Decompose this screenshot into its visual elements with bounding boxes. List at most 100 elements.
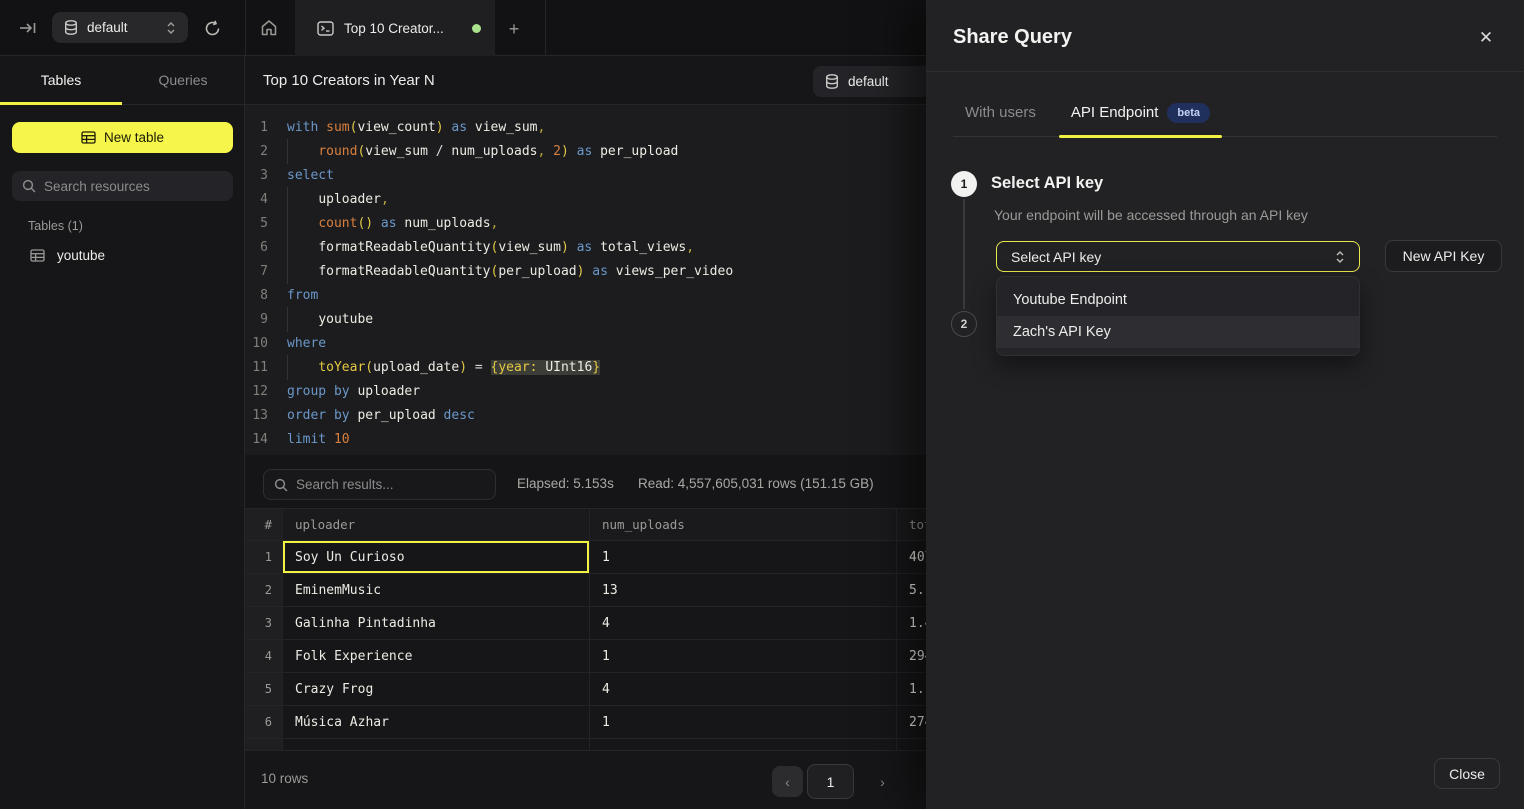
step-2-indicator: 2 [951, 311, 977, 337]
new-tab-icon[interactable]: + [506, 21, 522, 37]
beta-badge: beta [1167, 103, 1210, 123]
code-text: uploader, [287, 192, 389, 207]
code-text: group by uploader [287, 384, 420, 399]
line-number: 4 [245, 192, 268, 207]
code-text: count() as num_uploads, [287, 216, 498, 231]
table-icon [81, 131, 96, 144]
topbar-divider [245, 0, 246, 56]
sidebar-item-youtube[interactable]: youtube [20, 241, 233, 269]
api-key-select[interactable]: Select API key [996, 241, 1360, 272]
search-icon [274, 478, 288, 492]
code-text: where [287, 336, 326, 351]
line-number: 9 [245, 312, 268, 327]
database-selector-label: default [87, 20, 157, 35]
chevron-updown-icon [166, 21, 176, 35]
tables-section-label: Tables (1) [28, 219, 83, 233]
row-number: 6 [245, 706, 283, 738]
tab-with-users-label: With users [965, 104, 1036, 121]
unsaved-changes-dot [472, 24, 481, 33]
collapse-sidebar-icon[interactable] [18, 19, 38, 37]
code-text: formatReadableQuantity(per_upload) as vi… [287, 264, 733, 279]
tab-with-users[interactable]: With users [953, 89, 1048, 136]
refresh-icon[interactable] [202, 18, 222, 38]
tab-tables[interactable]: Tables [0, 56, 122, 104]
code-text: with sum(view_count) as view_sum, [287, 120, 545, 135]
cell-uploader[interactable]: Crazy Frog [283, 673, 590, 705]
modal-tabs: With users API Endpoint beta [953, 89, 1497, 137]
tab-queries[interactable]: Queries [122, 56, 244, 104]
next-page-button[interactable]: › [867, 766, 898, 797]
api-key-option[interactable]: Youtube Endpoint [997, 284, 1359, 316]
cell-uploader[interactable]: Folk Experience [283, 640, 590, 672]
close-icon[interactable]: ✕ [1476, 28, 1496, 48]
cell-num-uploads[interactable]: 4 [590, 607, 897, 639]
line-number: 3 [245, 168, 268, 183]
new-api-key-button[interactable]: New API Key [1385, 240, 1502, 272]
new-table-label: New table [104, 130, 164, 145]
code-text: toYear(upload_date) = {year: UInt16} [287, 360, 600, 375]
home-icon[interactable] [258, 18, 280, 38]
code-text: round(view_sum / num_uploads, 2) as per_… [287, 144, 678, 159]
query-tab[interactable]: Top 10 Creator... [295, 0, 495, 56]
sidebar-search-input[interactable] [44, 179, 223, 194]
row-number: 1 [245, 541, 283, 573]
query-tab-title: Top 10 Creator... [344, 21, 462, 36]
database-selector[interactable]: default [52, 12, 188, 43]
close-button[interactable]: Close [1434, 758, 1500, 789]
results-search [263, 469, 496, 500]
database-icon [64, 20, 78, 35]
col-header-index: # [245, 509, 283, 540]
cell-num-uploads[interactable]: 1 [590, 541, 897, 573]
code-text: from [287, 288, 318, 303]
sidebar-tabs: Tables Queries [0, 56, 244, 105]
row-number: 4 [245, 640, 283, 672]
results-search-input[interactable] [296, 477, 485, 492]
line-number: 5 [245, 216, 268, 231]
cell-num-uploads[interactable]: 1 [590, 706, 897, 738]
api-key-select-value: Select API key [1011, 249, 1335, 265]
search-icon [22, 179, 36, 193]
line-number: 13 [245, 408, 268, 423]
current-page[interactable]: 1 [807, 764, 854, 799]
modal-title: Share Query [953, 26, 1072, 49]
chevron-updown-icon [1335, 250, 1345, 264]
page-title: Top 10 Creators in Year N [263, 72, 435, 89]
code-text: order by per_upload desc [287, 408, 475, 423]
tab-api-endpoint[interactable]: API Endpoint beta [1059, 89, 1222, 136]
cell-uploader[interactable]: EminemMusic [283, 574, 590, 606]
step-1-description: Your endpoint will be accessed through a… [994, 207, 1308, 223]
line-number: 2 [245, 144, 268, 159]
step-1-indicator: 1 [951, 171, 977, 197]
tab-api-endpoint-label: API Endpoint [1071, 104, 1159, 121]
line-number: 7 [245, 264, 268, 279]
line-number: 6 [245, 240, 268, 255]
run-database-selector[interactable]: default [813, 66, 933, 97]
line-number: 11 [245, 360, 268, 375]
cell-uploader[interactable]: Música Azhar [283, 706, 590, 738]
modal-header-divider [926, 71, 1524, 72]
cell-num-uploads[interactable]: 4 [590, 673, 897, 705]
cell-uploader[interactable]: Galinha Pintadinha [283, 607, 590, 639]
col-header-uploader[interactable]: uploader [283, 509, 590, 540]
cell-uploader[interactable]: Soy Un Curioso [283, 541, 590, 573]
line-number: 8 [245, 288, 268, 303]
row-number: 2 [245, 574, 283, 606]
table-icon [30, 249, 45, 262]
api-key-option[interactable]: Zach's API Key [997, 316, 1359, 348]
run-database-label: default [848, 74, 889, 89]
cell-num-uploads[interactable]: 1 [590, 640, 897, 672]
row-number: 5 [245, 673, 283, 705]
prev-page-button[interactable]: ‹ [772, 766, 803, 797]
step-connector-line [963, 199, 965, 309]
row-count: 10 rows [261, 771, 308, 786]
step-1-title: Select API key [991, 174, 1103, 193]
line-number: 12 [245, 384, 268, 399]
code-text: formatReadableQuantity(view_sum) as tota… [287, 240, 694, 255]
new-table-button[interactable]: New table [12, 122, 233, 153]
col-header-num-uploads[interactable]: num_uploads [590, 509, 897, 540]
elapsed-time: Elapsed: 5.153s [517, 476, 614, 491]
line-number: 1 [245, 120, 268, 135]
sidebar: Tables Queries New table Tables (1) yout… [0, 56, 245, 809]
cell-num-uploads[interactable]: 13 [590, 574, 897, 606]
share-query-modal: Share Query ✕ With users API Endpoint be… [926, 0, 1524, 809]
